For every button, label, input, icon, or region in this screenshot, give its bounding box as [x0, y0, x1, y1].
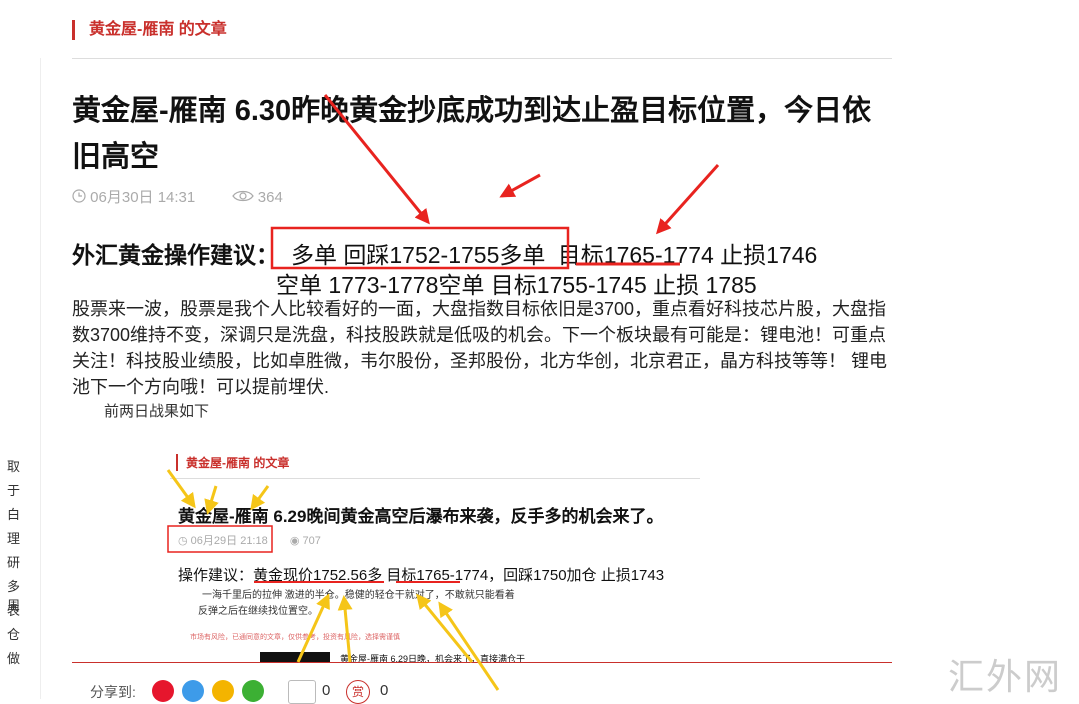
screenshot-divider: [170, 478, 700, 479]
screenshot-views: 707: [302, 535, 321, 547]
reward-button[interactable]: 赏: [346, 680, 370, 704]
advice-long-rest: -1774 止损1746: [654, 242, 818, 268]
footer-divider: [72, 662, 892, 663]
sidebar-fragment: 于: [6, 483, 20, 498]
like-count: 0: [322, 682, 331, 699]
sidebar-fragment: 仓: [6, 627, 20, 642]
screenshot-section: 黄金屋-雁南 的文章: [176, 454, 289, 471]
like-icon[interactable]: [288, 680, 316, 704]
screenshot-line: 黄金屋-雁南 6.29日晚，机会来了，直接满仓干: [340, 654, 526, 662]
screenshot-advice: 操作建议：黄金现价1752.56多 目标1765-1774，回踩1750加仓 止…: [178, 564, 664, 585]
clock-icon: [72, 189, 86, 207]
clock-icon: ◷: [178, 535, 188, 547]
share-label: 分享到:: [90, 684, 136, 700]
article-meta: 06月30日 14:31 364: [72, 186, 283, 207]
publish-date: 06月30日 14:31: [90, 189, 196, 206]
advice-short-line: 空单 1773-1778空单 目标1755-1745 止损 1785: [276, 272, 757, 298]
section-heading[interactable]: 黄金屋-雁南 的文章: [72, 20, 227, 40]
screenshot-date: 06月29日 21:18: [190, 535, 268, 547]
article-paragraph: 股票来一波，股票是我个人比较看好的一面，大盘指数目标依旧是3700，重点看好科技…: [72, 299, 887, 397]
screenshot-line: 反弹之后在继续找位置空。: [198, 606, 318, 617]
view-count: 364: [257, 189, 283, 206]
embedded-screenshot: 黄金屋-雁南 的文章 黄金屋-雁南 6.29晚间黄金高空后瀑布来袭，反手多的机会…: [160, 440, 700, 662]
eye-icon: [231, 189, 254, 207]
reward-label: 赏: [351, 685, 364, 699]
screenshot-advice-prefix: 操作建议：: [178, 567, 254, 584]
advice-long-line: 外汇黄金操作建议： 多单 回踩1752-1755多单 目标1765-1774 止损…: [72, 236, 817, 270]
advice-label: 外汇黄金操作建议：: [72, 242, 279, 268]
eye-icon: ◉: [289, 535, 300, 547]
watermark: 汇外网: [948, 657, 1063, 698]
sidebar-fragment: 做: [6, 651, 20, 666]
previous-results-label: 前两日战果如下: [104, 403, 210, 420]
screenshot-advice-now: 黄金现价1752.56多: [253, 567, 383, 584]
sidebar-fragment: 研: [6, 555, 20, 570]
screenshot-thumbnail: [260, 652, 330, 662]
divider: [72, 58, 892, 59]
sidebar-fragment: 表: [6, 603, 20, 618]
sidebar-fragment: 取: [6, 459, 20, 474]
advice-long-target: 目标1765: [557, 242, 655, 268]
screenshot-line: 一海千里后的拉伸 激进的半仓。稳健的轻仓干就对了，不敢就只能看着: [202, 590, 515, 601]
sidebar-fragment: 白: [6, 507, 20, 522]
page-title: 黄金屋-雁南 6.30昨晚黄金抄底成功到达止盈目标位置，今日依旧高空: [72, 95, 872, 173]
screenshot-meta: ◷ 06月29日 21:18 ◉ 707: [178, 532, 321, 548]
screenshot-advice-rest: -1774，回踩1750加仓 止损1743: [449, 567, 665, 584]
left-sidebar: 取 于 白 理 研 多周 表 仓 做: [0, 58, 41, 699]
screenshot-advice-target: 目标1765: [386, 567, 450, 584]
reward-count: 0: [380, 682, 389, 699]
screenshot-line: 市场有风险，已通同意的文章，仅供参考，投资有风险，选择需谨慎: [190, 634, 400, 641]
screenshot-title: 黄金屋-雁南 6.29晚间黄金高空后瀑布来袭，反手多的机会来了。: [178, 507, 664, 526]
sidebar-fragment: 理: [6, 531, 20, 546]
advice-long: 多单 回踩1752-1755多单: [291, 242, 546, 268]
